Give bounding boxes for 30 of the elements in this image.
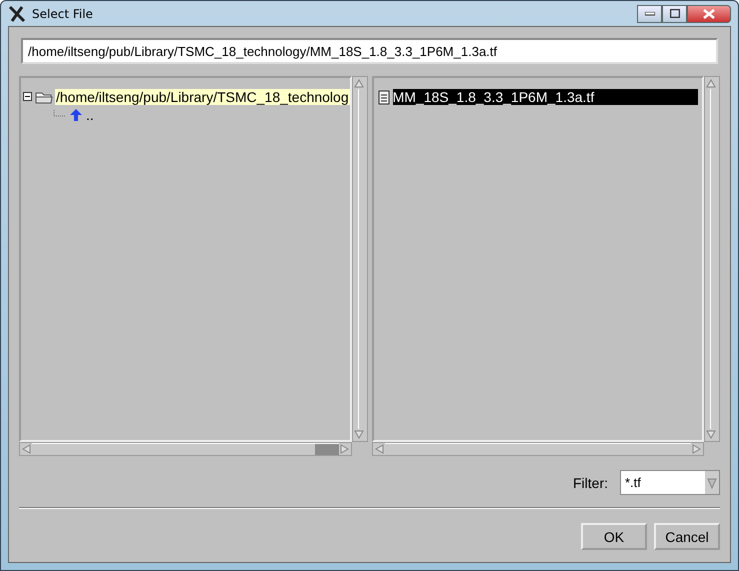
filter-combo[interactable]: *.tf bbox=[620, 470, 720, 495]
scroll-up-icon[interactable] bbox=[352, 77, 365, 89]
up-arrow-icon bbox=[69, 108, 83, 122]
filter-label: Filter: bbox=[573, 474, 608, 490]
folder-icon bbox=[35, 90, 53, 104]
maximize-button[interactable] bbox=[662, 4, 687, 22]
scroll-down-icon[interactable] bbox=[705, 429, 717, 441]
tree-item[interactable]: .. bbox=[85, 107, 95, 123]
path-field[interactable]: /home/iltseng/pub/Library/TSMC_18_technology/MM_18S_1.8_3.3_1P6M_1.3a.tf bbox=[21, 38, 718, 64]
scroll-thumb[interactable] bbox=[314, 444, 339, 455]
horizontal-scrollbar[interactable] bbox=[19, 442, 352, 456]
close-icon bbox=[703, 8, 715, 18]
dialog-button[interactable]: Cancel bbox=[654, 523, 720, 550]
document-icon bbox=[378, 90, 390, 104]
vertical-scrollbar[interactable] bbox=[352, 76, 368, 442]
file-item[interactable]: MM_18S_1.8_3.3_1P6M_1.3a.tf bbox=[392, 89, 698, 105]
x-logo-icon bbox=[8, 4, 26, 22]
dropdown-icon[interactable] bbox=[707, 476, 717, 488]
horizontal-scrollbar[interactable] bbox=[372, 442, 704, 456]
scroll-down-icon[interactable] bbox=[352, 429, 365, 441]
minimize-button[interactable] bbox=[637, 4, 662, 22]
scroll-up-icon[interactable] bbox=[705, 77, 717, 89]
collapse-icon[interactable] bbox=[23, 92, 33, 102]
close-button[interactable] bbox=[687, 4, 731, 22]
tree-item[interactable]: /home/iltseng/pub/Library/TSMC_18_technolog bbox=[55, 89, 350, 105]
minimize-icon bbox=[644, 12, 654, 16]
maximize-icon bbox=[670, 9, 680, 18]
vertical-scrollbar[interactable] bbox=[704, 76, 720, 442]
dialog-button[interactable]: OK bbox=[581, 523, 647, 550]
window-title: Select File bbox=[32, 6, 94, 20]
